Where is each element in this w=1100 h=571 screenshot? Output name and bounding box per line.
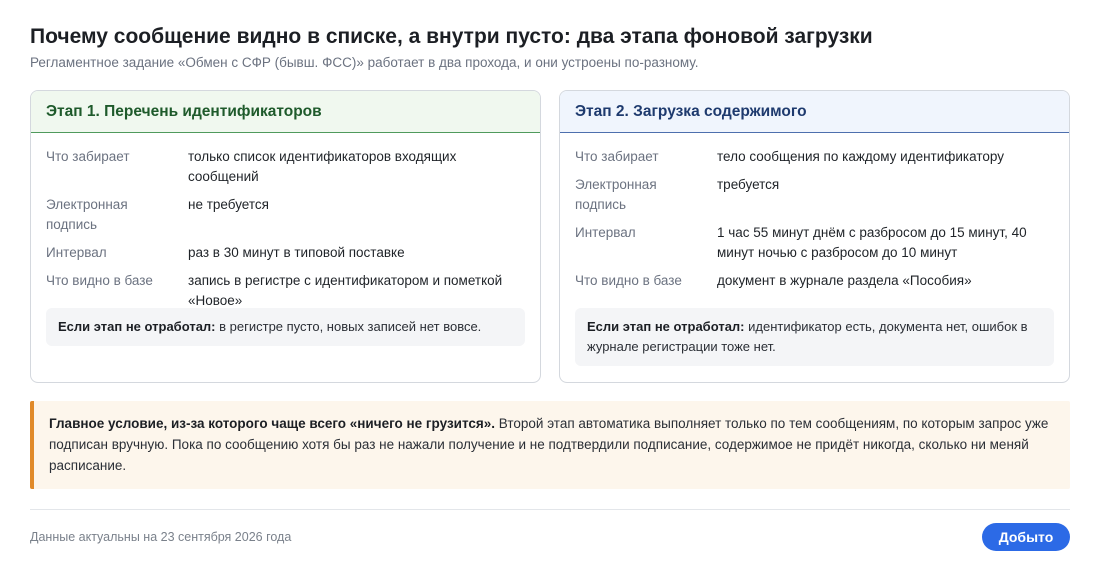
stage1-row-what: Что забирает только список идентификатор…: [46, 147, 525, 187]
row-label: Что видно в базе: [575, 273, 682, 288]
row-label: Электронная подпись: [575, 177, 657, 212]
page-title: Почему сообщение видно в списке, а внутр…: [30, 25, 873, 48]
stage2-failure-note: Если этап не отработал: идентификатор ес…: [575, 308, 1054, 366]
row-value: раз в 30 минут в типовой поставке: [188, 245, 405, 260]
stage2-card: Этап 2. Загрузка содержимого Что забирае…: [559, 90, 1070, 383]
stage2-row-visible: Что видно в базе документ в журнале разд…: [575, 271, 1054, 291]
stage1-card: Этап 1. Перечень идентификаторов Что заб…: [30, 90, 541, 383]
data-date-text: Данные актуальны на 23 сентября 2026 год…: [30, 530, 292, 544]
stage1-header: Этап 1. Перечень идентификаторов: [31, 91, 540, 133]
stage2-row-interval: Интервал 1 час 55 минут днём с разбросом…: [575, 223, 1054, 263]
row-value: не требуется: [188, 197, 269, 212]
stage1-row-visible: Что видно в базе запись в регистре с иде…: [46, 271, 525, 311]
ok-button[interactable]: Добыто: [982, 523, 1070, 551]
row-label: Электронная подпись: [46, 197, 128, 232]
row-label: Что видно в базе: [46, 273, 153, 288]
stage2-rows: Что забирает тело сообщения по каждому и…: [575, 147, 1054, 299]
stage2-header: Этап 2. Загрузка содержимого: [560, 91, 1069, 133]
row-value: 1 час 55 минут днём с разбросом до 15 ми…: [717, 225, 1027, 260]
stage2-row-what: Что забирает тело сообщения по каждому и…: [575, 147, 1054, 167]
row-value: только список идентификаторов входящих с…: [188, 149, 457, 184]
stage1-failure-note: Если этап не отработал: в регистре пусто…: [46, 308, 525, 346]
callout-bold: Главное условие, из-за которого чаще все…: [49, 416, 496, 431]
row-value: тело сообщения по каждому идентификатору: [717, 149, 1004, 164]
note-text: в регистре пусто, новых записей нет вовс…: [215, 319, 482, 334]
stage2-row-signature: Электронная подпись требуется: [575, 175, 1054, 215]
row-label: Что забирает: [46, 149, 130, 164]
stage1-row-signature: Электронная подпись не требуется: [46, 195, 525, 235]
note-bold: Если этап не отработал:: [58, 319, 216, 334]
row-label: Что забирает: [575, 149, 659, 164]
row-value: документ в журнале раздела «Пособия»: [717, 273, 972, 288]
row-label: Интервал: [46, 245, 107, 260]
row-value: запись в регистре с идентификатором и по…: [188, 273, 503, 308]
note-bold: Если этап не отработал:: [587, 319, 745, 334]
main-condition-callout: Главное условие, из-за которого чаще все…: [30, 401, 1070, 489]
row-value: требуется: [717, 177, 780, 192]
row-label: Интервал: [575, 225, 636, 240]
footer-divider: [30, 509, 1070, 510]
stage1-row-interval: Интервал раз в 30 минут в типовой постав…: [46, 243, 525, 263]
page-subtitle: Регламентное задание «Обмен с СФР (бывш.…: [30, 55, 699, 70]
stage1-rows: Что забирает только список идентификатор…: [46, 147, 525, 319]
